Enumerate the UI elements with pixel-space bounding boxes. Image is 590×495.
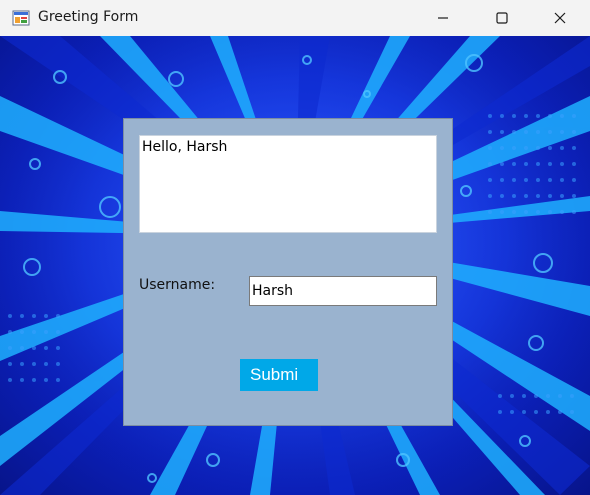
greeting-output-box[interactable]: Hello, Harsh	[139, 135, 437, 233]
form-panel: Hello, Harsh Username: Submi	[123, 118, 453, 426]
title-bar[interactable]: Greeting Form	[0, 0, 590, 36]
minimize-button[interactable]	[420, 0, 466, 36]
minimize-icon	[438, 17, 448, 19]
username-input[interactable]	[249, 276, 437, 306]
greeting-text: Hello, Harsh	[142, 139, 228, 155]
window-title: Greeting Form	[38, 9, 139, 25]
app-window: Greeting Form Hello, Harsh Username: Har…	[0, 0, 590, 495]
winforms-app-icon	[12, 10, 30, 26]
form-client-area: Hello, Harsh Username: Submi	[0, 36, 590, 495]
maximize-icon	[496, 12, 508, 24]
close-icon	[554, 12, 566, 24]
username-label: Username:	[139, 277, 216, 293]
close-button[interactable]	[537, 0, 583, 36]
maximize-button[interactable]	[479, 0, 525, 36]
submit-button[interactable]: Submi	[240, 359, 318, 391]
